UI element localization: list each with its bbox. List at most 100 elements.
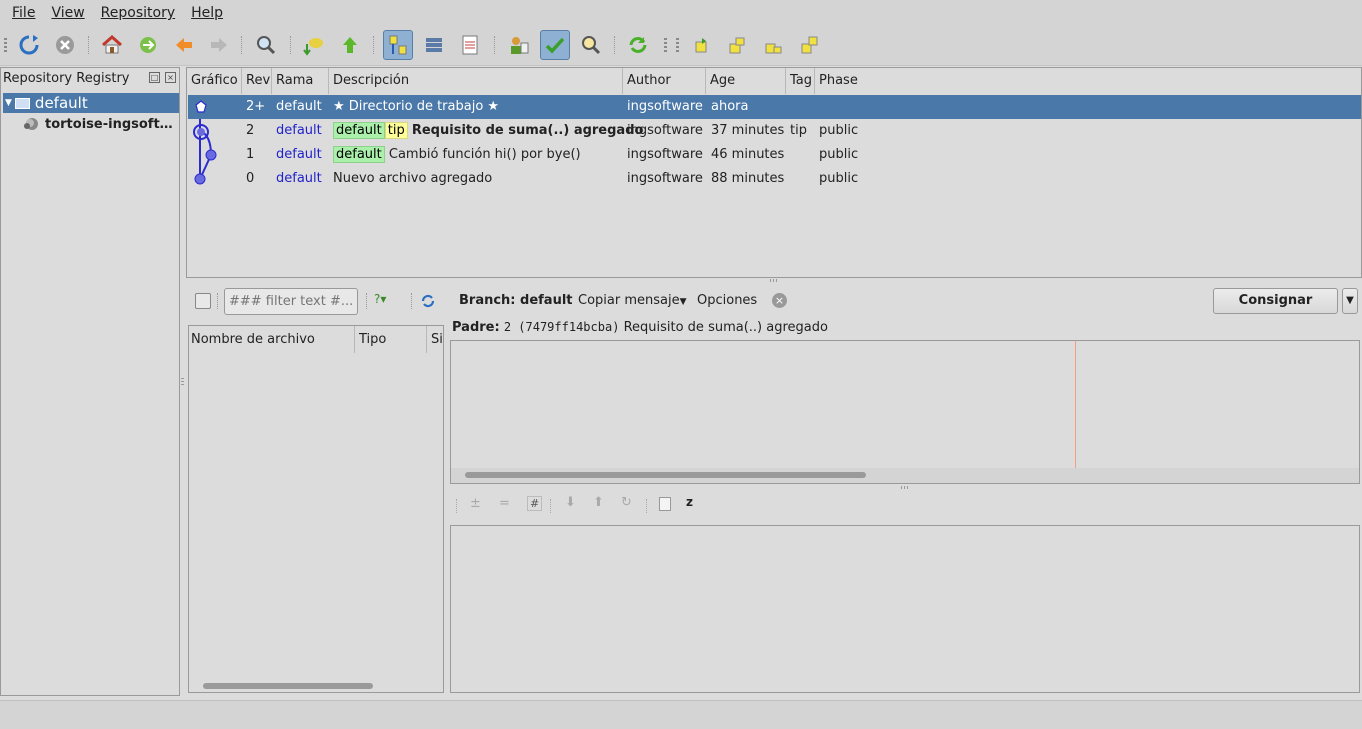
expand-arrow-icon[interactable]: ▼ <box>5 98 12 108</box>
refresh-icon[interactable] <box>420 293 436 309</box>
up-arrow-icon[interactable]: ⬆ <box>593 495 604 510</box>
diff-viewer[interactable] <box>450 525 1360 693</box>
log-button[interactable] <box>455 30 485 60</box>
select-all-checkbox[interactable] <box>195 293 211 309</box>
rev-cell: 2+ <box>246 99 266 114</box>
tag-button-2[interactable] <box>722 30 752 60</box>
options-button[interactable]: Opciones <box>697 293 757 308</box>
branch-cell: default <box>276 171 322 186</box>
log-icon <box>462 35 478 55</box>
col-header-graph[interactable]: Gráfico <box>187 68 242 94</box>
branch-cell: default <box>276 99 322 114</box>
revision-node <box>193 124 209 140</box>
tag-button-1[interactable] <box>686 30 716 60</box>
branch-graph-toggle[interactable] <box>383 30 413 60</box>
col-header-description[interactable]: Descripción <box>329 68 623 94</box>
tag-button-3[interactable] <box>758 30 788 60</box>
back-button[interactable] <box>169 30 199 60</box>
col-header-phase[interactable]: Phase <box>815 68 1361 94</box>
home-icon <box>102 34 122 54</box>
folder-icon <box>14 97 30 109</box>
revision-graph-table: Gráfico Rev Rama Descripción Author Age … <box>186 67 1362 278</box>
refresh-button[interactable] <box>14 30 44 60</box>
search-button[interactable] <box>251 30 281 60</box>
horizontal-scrollbar[interactable] <box>203 683 373 689</box>
col-header-branch[interactable]: Rama <box>272 68 329 94</box>
table-row[interactable]: 0 default Nuevo archivo agregado ingsoft… <box>188 167 1361 191</box>
copy-message-button[interactable]: Copiar mensaje▼ <box>578 293 687 308</box>
tag-button-4[interactable] <box>794 30 824 60</box>
toolbar-grip[interactable] <box>4 38 7 52</box>
grep-icon <box>582 36 601 55</box>
close-icon[interactable]: × <box>772 293 787 308</box>
synchronize-button[interactable] <box>133 30 163 60</box>
col-header-filename[interactable]: Nombre de archivo <box>189 326 355 353</box>
col-header-tag[interactable]: Tag <box>786 68 815 94</box>
rev-cell: 1 <box>246 147 255 162</box>
refresh-icon <box>19 35 39 55</box>
commit-toolbar: ?▾ Branch: default Copiar mensaje▼ Opcio… <box>186 284 1362 318</box>
filter-input[interactable] <box>224 288 358 315</box>
float-panel-icon[interactable]: □ <box>149 72 160 83</box>
stage-up-icon[interactable]: ± <box>470 496 481 511</box>
age-cell: 88 minutes <box>711 171 785 186</box>
revision-node <box>205 149 217 161</box>
working-dir-node <box>195 100 207 113</box>
document-search-icon[interactable] <box>659 497 671 511</box>
filelist-button[interactable] <box>419 30 449 60</box>
menu-repository-label: Repository <box>100 5 176 21</box>
splitter-handle[interactable] <box>181 378 184 386</box>
table-row[interactable]: 1 default default Cambió función hi() po… <box>188 143 1361 167</box>
tag-icon-4 <box>801 36 818 54</box>
tree-group-default[interactable]: ▼ default <box>3 93 179 113</box>
sync-button[interactable] <box>623 30 653 60</box>
edge-marker <box>1075 341 1076 468</box>
commit-button[interactable]: Consignar <box>1213 288 1338 314</box>
parent-description: Requisito de suma(..) agregado <box>623 320 828 335</box>
menu-repository[interactable]: Repository <box>93 0 183 26</box>
menu-file[interactable]: File <box>4 0 43 26</box>
branch-label: Branch: default <box>459 293 573 308</box>
stage-equal-icon[interactable]: = <box>499 496 510 511</box>
commit-menu-arrow-icon[interactable]: ▼ <box>1342 288 1358 314</box>
back-icon <box>176 38 192 52</box>
rev-cell: 0 <box>246 171 255 186</box>
author-cell: ingsoftware <box>627 171 703 186</box>
col-header-rev[interactable]: Rev <box>242 68 272 94</box>
splitter-handle[interactable] <box>901 486 909 489</box>
tree-item-repo[interactable]: tortoise-ingsoft… <box>23 116 173 132</box>
close-panel-icon[interactable]: × <box>165 72 176 83</box>
sort-icon[interactable]: z <box>686 495 693 509</box>
col-header-size[interactable]: Si <box>427 326 443 353</box>
tag-icon-1 <box>695 38 707 53</box>
col-header-author[interactable]: Author <box>623 68 706 94</box>
menu-view[interactable]: View <box>43 0 92 26</box>
down-arrow-icon[interactable]: ⬇ <box>565 495 576 510</box>
commit-message-editor[interactable] <box>450 340 1360 484</box>
forward-button[interactable] <box>204 30 234 60</box>
splitter-handle[interactable] <box>770 279 778 282</box>
status-filter-icon[interactable]: ?▾ <box>374 292 386 306</box>
push-button[interactable] <box>335 30 365 60</box>
parent-info: Padre: 2 (7479ff14bcba) Requisito de sum… <box>452 320 828 335</box>
manifest-icon <box>511 37 529 54</box>
repo-label: tortoise-ingsoft… <box>45 116 173 132</box>
stop-button[interactable] <box>50 30 80 60</box>
pull-button[interactable] <box>299 30 329 60</box>
menu-help[interactable]: Help <box>183 0 231 26</box>
menu-help-label: Help <box>191 5 224 21</box>
col-header-type[interactable]: Tipo <box>355 326 427 353</box>
grep-button[interactable] <box>576 30 606 60</box>
home-button[interactable] <box>97 30 127 60</box>
age-cell: 37 minutes <box>711 123 785 138</box>
manifest-button[interactable] <box>504 30 534 60</box>
commit-toggle[interactable] <box>540 30 570 60</box>
redo-icon[interactable]: ↻ <box>621 495 632 510</box>
age-cell: ahora <box>711 99 749 114</box>
table-row[interactable]: 2+ default ★ Directorio de trabajo ★ ing… <box>188 95 1361 119</box>
synchronize-icon <box>140 37 156 53</box>
hash-icon[interactable]: # <box>527 496 543 511</box>
horizontal-scrollbar[interactable] <box>465 472 866 478</box>
table-row[interactable]: 2 default default tip Requisito de suma(.… <box>188 119 1361 143</box>
col-header-age[interactable]: Age <box>706 68 786 94</box>
